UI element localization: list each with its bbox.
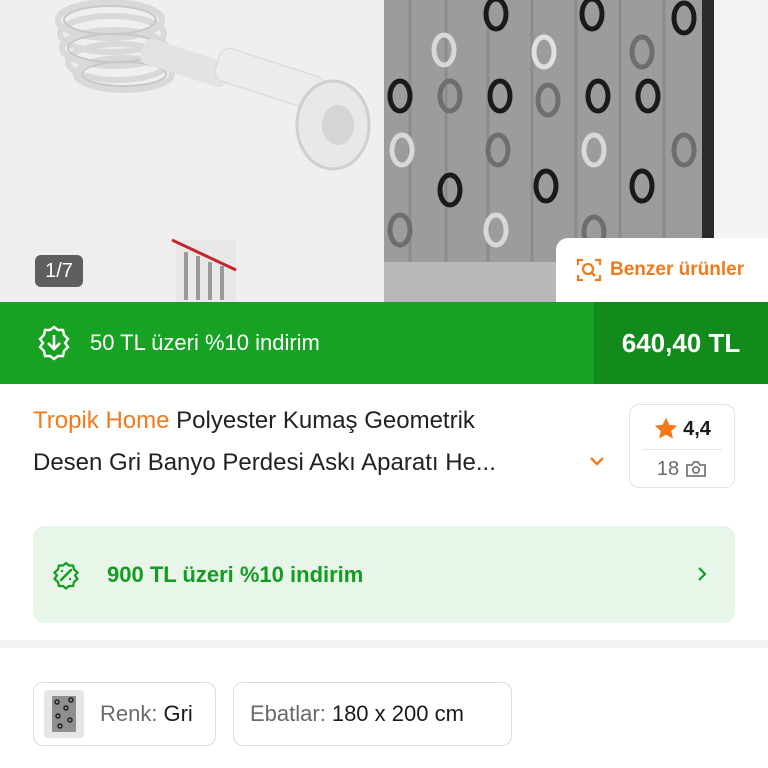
photo-review-count-row[interactable]: 18 (630, 453, 734, 485)
chevron-right-icon (698, 567, 707, 581)
size-value: 180 x 200 cm (331, 701, 464, 726)
title-text-1: Polyester Kumaş Geometrik (169, 407, 475, 434)
similar-products-label: Benzer ürünler (610, 259, 745, 280)
discount-card[interactable]: 900 TL üzeri %10 indirim (33, 526, 735, 623)
rating-box[interactable]: 4,4 18 (629, 404, 735, 488)
color-value: Gri (163, 701, 193, 726)
photo-count: 18 (656, 457, 680, 480)
rating-divider (642, 449, 722, 450)
rating-score: 4,4 (683, 417, 711, 440)
promo-price: 640,40 TL (594, 302, 768, 384)
color-label: Renk: (100, 701, 158, 726)
product-image-gallery[interactable]: 1/7 Benzer ürünler (0, 0, 768, 302)
similar-products-button[interactable]: Benzer ürünler (556, 238, 768, 302)
camera-icon (686, 461, 707, 477)
color-selector[interactable]: Renk: Gri (33, 682, 216, 746)
promo-text: 50 TL üzeri %10 indirim (90, 330, 320, 355)
promo-info[interactable]: 50 TL üzeri %10 indirim (0, 302, 594, 384)
promo-bar[interactable]: 50 TL üzeri %10 indirim 640,40 TL (0, 302, 768, 384)
brand-name[interactable]: Tropik Home (33, 407, 169, 434)
rating-score-row: 4,4 (630, 411, 734, 447)
star-icon (654, 417, 678, 439)
chevron-down-icon[interactable] (588, 452, 606, 470)
section-divider (0, 640, 768, 648)
image-counter: 1/7 (35, 255, 83, 287)
size-selector[interactable]: Ebatlar: 180 x 200 cm (233, 682, 512, 746)
find-similar-icon (576, 258, 602, 282)
price-value: 640,40 TL (621, 327, 741, 358)
discount-tag-icon (52, 561, 80, 590)
product-title[interactable]: Tropik Home Polyester Kumaş Geometrik De… (33, 400, 613, 484)
discount-text: 900 TL üzeri %10 indirim (107, 561, 364, 587)
title-text-2: Desen Gri Banyo Perdesi Askı Aparatı He.… (33, 449, 496, 476)
discount-badge-icon (38, 325, 70, 361)
color-thumbnail (44, 690, 84, 738)
title-line-1: Tropik Home Polyester Kumaş Geometrik (33, 400, 613, 442)
size-label: Ebatlar: (250, 701, 326, 726)
